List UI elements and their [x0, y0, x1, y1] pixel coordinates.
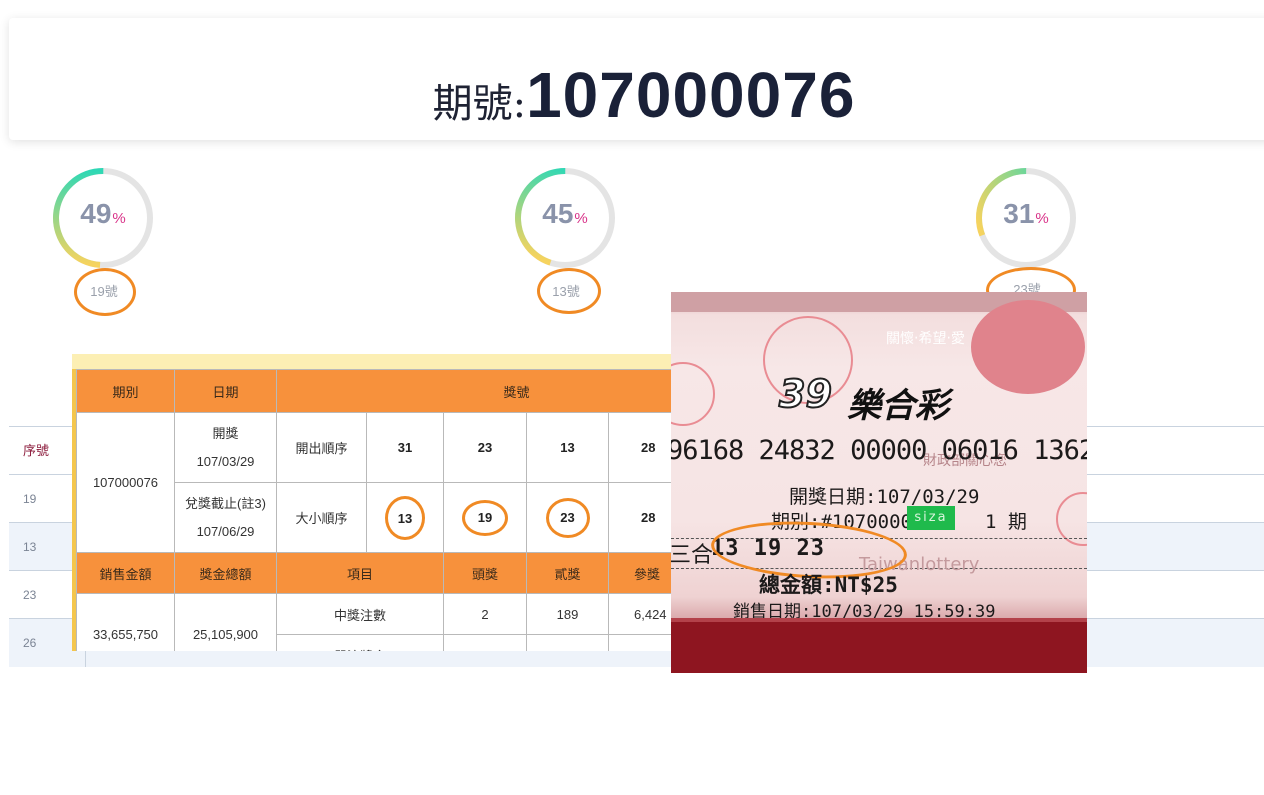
logo-text: 樂合彩 [847, 386, 949, 426]
header-date: 日期 [174, 369, 277, 413]
sales-amount-cell: 33,655,750 [76, 593, 175, 651]
gauge-percent: 49% [80, 198, 126, 229]
header-sales: 銷售金額 [76, 552, 175, 594]
draw-order-label: 開出順序 [276, 412, 367, 483]
gauge-19: 49% [51, 166, 155, 270]
period-header-card: 期號:107000076 [9, 18, 1264, 140]
per-ticket-prize-first: 8,000,000 [443, 634, 527, 651]
circle-pattern-icon [671, 362, 715, 426]
draw-order-number: 31 [366, 412, 444, 483]
period-cell: 107000076 [76, 412, 175, 553]
highlight-circle [74, 268, 136, 316]
header-second-prize: 貳獎 [526, 552, 609, 594]
winner-count-second: 189 [526, 593, 609, 635]
heart-icon [971, 300, 1085, 394]
highlight-circle [537, 268, 601, 314]
gauge-percent: 45% [542, 198, 588, 229]
ticket-background-surface [671, 622, 1087, 673]
ticket-period-suffix: 1 期 [985, 511, 1027, 533]
logo-number: 39 [778, 371, 833, 417]
claim-deadline-cell: 兌獎截止(註3) 107/06/29 [174, 482, 277, 553]
header-first-prize: 頭獎 [443, 552, 527, 594]
winner-count-label: 中獎注數 [276, 593, 444, 635]
gauge-13: 45% [513, 166, 617, 270]
size-order-label: 大小順序 [276, 482, 367, 553]
ticket-total: 總金額:NT$25 [759, 573, 898, 597]
gauge-percent: 31% [1003, 198, 1049, 229]
combo-label: 三合 [671, 543, 714, 568]
header-item: 項目 [276, 552, 444, 594]
period-label: 期號: [432, 81, 527, 127]
draw-order-number: 13 [526, 412, 609, 483]
winner-count-first: 2 [443, 593, 527, 635]
per-ticket-prize-label: 單注獎金 [276, 634, 444, 651]
header-numbers: 獎號 [275, 369, 692, 413]
period-title: 期號:107000076 [9, 58, 1264, 132]
ticket-draw-date: 開獎日期:107/03/29 [789, 486, 980, 508]
prize-total-cell: 25,105,900 [174, 593, 277, 651]
lottery-ticket-photo: 關懷‧希望‧愛 39 樂合彩 財政部關心您 96168 24832 00000 … [671, 292, 1087, 673]
header-period: 期別 [76, 369, 175, 413]
draw-order-number: 23 [443, 412, 527, 483]
header-prize-total: 獎金總額 [174, 552, 277, 594]
draw-date-cell: 開獎 107/03/29 [174, 412, 277, 483]
size-order-number: 13 [366, 482, 444, 553]
draw-results-panel: 期別 日期 獎號 107000076 開獎 107/03/29 開出順序 31 2… [72, 354, 692, 651]
gauge-23: 31% [974, 166, 1078, 270]
size-order-number: 23 [526, 482, 609, 553]
draw-results-table: 期別 日期 獎號 107000076 開獎 107/03/29 開出順序 31 2… [76, 369, 692, 651]
panel-top-band [72, 354, 692, 369]
ticket-serial: 96168 24832 00000 06016 13623 86610 152 [671, 435, 1087, 466]
ticket-slogan: 關懷‧希望‧愛 [886, 331, 965, 347]
size-order-number: 19 [443, 482, 527, 553]
siza-label: siza [907, 506, 955, 530]
period-value: 107000076 [526, 59, 856, 131]
per-ticket-prize-second: 20,000 [526, 634, 609, 651]
